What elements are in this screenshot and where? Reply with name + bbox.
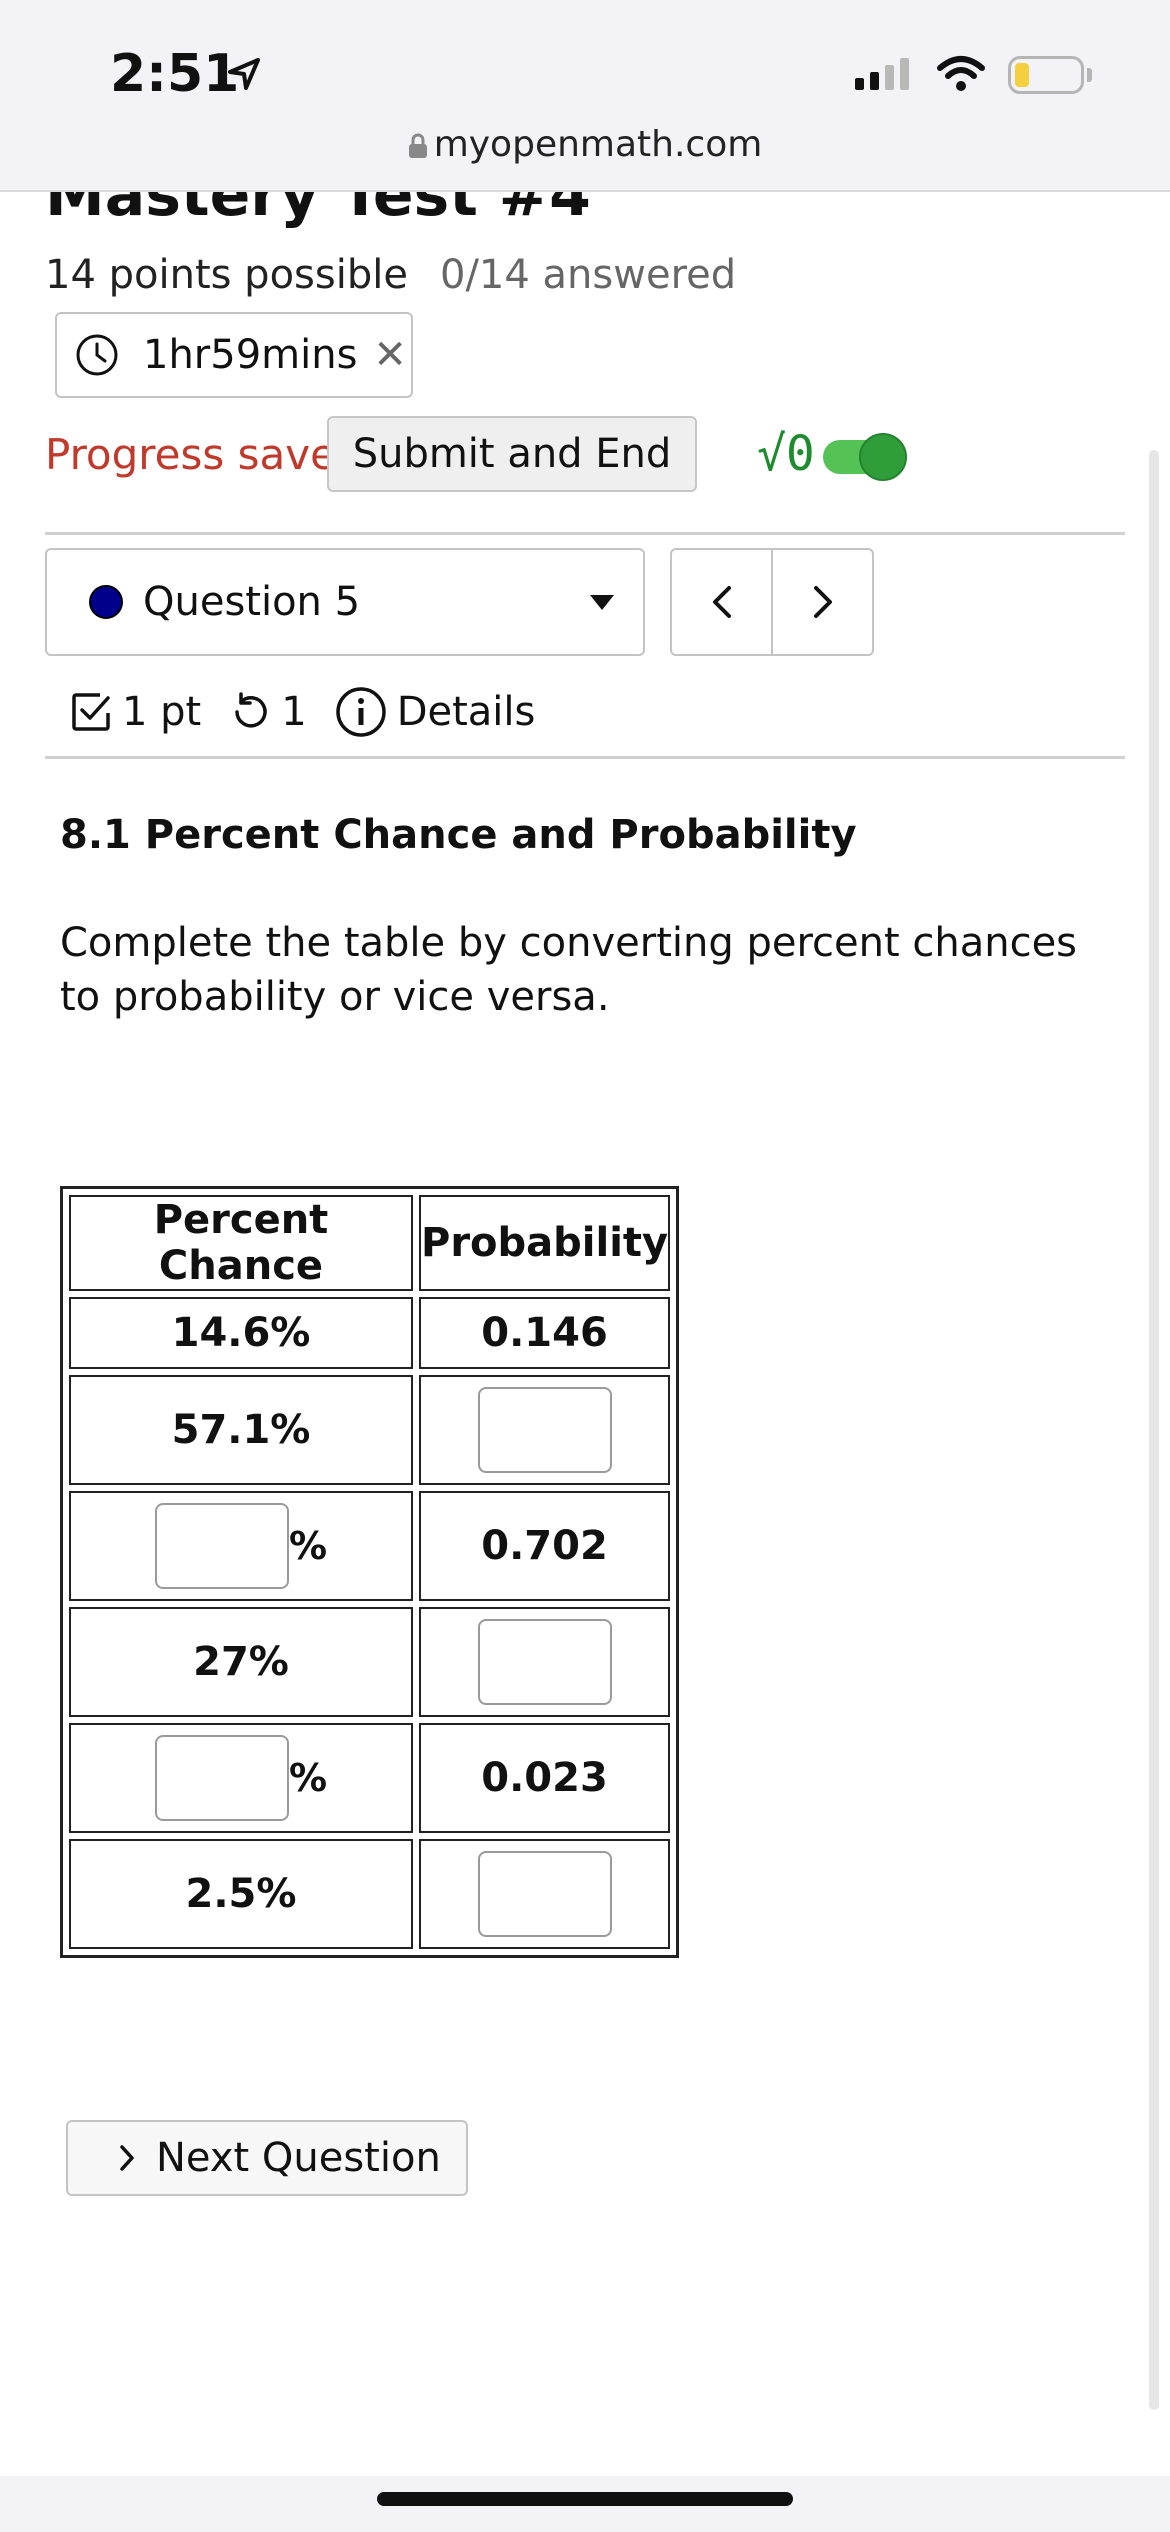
header-probability: Probability bbox=[419, 1195, 671, 1291]
percent-input-cell: % bbox=[69, 1723, 413, 1833]
timer[interactable]: 1hr59mins ✕ bbox=[55, 312, 413, 398]
question-nav-buttons bbox=[670, 548, 874, 656]
info-icon[interactable] bbox=[335, 686, 387, 738]
url-bar[interactable]: myopenmath.com bbox=[0, 124, 1170, 165]
header-percent-chance: Percent Chance bbox=[69, 1195, 413, 1291]
points-value: 1 pt bbox=[122, 689, 202, 735]
answered-count: 0/14 answered bbox=[440, 252, 737, 298]
table-row: % 0.023 bbox=[69, 1723, 671, 1833]
percent-cell: 57.1% bbox=[69, 1375, 413, 1485]
probability-cell: 0.023 bbox=[419, 1723, 671, 1833]
submit-and-end-button[interactable]: Submit and End bbox=[327, 416, 697, 492]
retry-icon bbox=[235, 692, 267, 728]
table-row: 57.1% bbox=[69, 1375, 671, 1485]
percent-input[interactable] bbox=[154, 1735, 289, 1821]
timer-text: 1hr59mins bbox=[143, 332, 358, 378]
progress-saved-status: Progress saved bbox=[45, 430, 363, 479]
question-select[interactable]: Question 5 bbox=[45, 548, 645, 656]
question-instructions: Complete the table by converting percent… bbox=[60, 920, 1078, 1020]
previous-question-button[interactable] bbox=[672, 550, 771, 654]
probability-input-cell bbox=[419, 1375, 671, 1485]
home-indicator[interactable] bbox=[377, 2492, 793, 2506]
percent-cell: 14.6% bbox=[69, 1297, 413, 1369]
percent-cell: 27% bbox=[69, 1607, 413, 1717]
probability-cell: 0.702 bbox=[419, 1491, 671, 1601]
status-time: 2:51 bbox=[110, 44, 240, 104]
checkbox-icon bbox=[72, 693, 110, 731]
next-question-label: Next Question bbox=[156, 2135, 441, 2181]
math-entry-icon: √0 bbox=[757, 426, 815, 482]
chevron-right-icon bbox=[813, 586, 832, 618]
divider bbox=[45, 532, 1125, 535]
location-arrow-icon bbox=[228, 58, 260, 90]
probability-input-cell bbox=[419, 1839, 671, 1949]
battery-icon bbox=[1008, 56, 1084, 94]
scrollbar[interactable] bbox=[1149, 450, 1159, 2410]
caret-down-icon bbox=[590, 595, 614, 610]
percent-cell: 2.5% bbox=[69, 1839, 413, 1949]
table-row: 14.6% 0.146 bbox=[69, 1297, 671, 1369]
math-entry-toggle[interactable] bbox=[823, 433, 907, 481]
question-status-dot bbox=[89, 585, 123, 619]
points-possible: 14 points possible bbox=[45, 252, 408, 298]
close-icon[interactable]: ✕ bbox=[373, 332, 407, 378]
toggle-knob bbox=[859, 433, 907, 481]
probability-input[interactable] bbox=[477, 1387, 612, 1473]
table-row: % 0.702 bbox=[69, 1491, 671, 1601]
chevron-left-icon bbox=[712, 586, 731, 618]
question-meta: 1 pt 1 Details bbox=[70, 686, 535, 738]
url-text: myopenmath.com bbox=[433, 124, 763, 165]
table-header-row: Percent Chance Probability bbox=[69, 1195, 671, 1291]
details-link[interactable]: Details bbox=[397, 689, 536, 735]
probability-input[interactable] bbox=[477, 1851, 612, 1937]
lock-icon bbox=[408, 133, 427, 158]
conversion-table: Percent Chance Probability 14.6% 0.146 5… bbox=[60, 1186, 680, 1958]
cell-signal-icon bbox=[855, 58, 909, 90]
retries-value: 1 bbox=[281, 689, 307, 735]
chevron-right-icon bbox=[120, 2145, 134, 2171]
battery-nub bbox=[1087, 68, 1092, 82]
wifi-icon bbox=[937, 56, 985, 91]
next-question-arrow-button[interactable] bbox=[771, 550, 872, 654]
table-row: 2.5% bbox=[69, 1839, 671, 1949]
question-section-title: 8.1 Percent Chance and Probability bbox=[60, 812, 857, 858]
next-question-button[interactable]: Next Question bbox=[66, 2120, 468, 2196]
clock-icon bbox=[76, 334, 118, 376]
percent-suffix: % bbox=[288, 1524, 328, 1568]
divider bbox=[45, 756, 1125, 759]
probability-input[interactable] bbox=[477, 1619, 612, 1705]
probability-input-cell bbox=[419, 1607, 671, 1717]
percent-input[interactable] bbox=[154, 1503, 289, 1589]
percent-input-cell: % bbox=[69, 1491, 413, 1601]
table-row: 27% bbox=[69, 1607, 671, 1717]
probability-cell: 0.146 bbox=[419, 1297, 671, 1369]
percent-suffix: % bbox=[288, 1756, 328, 1800]
question-select-label: Question 5 bbox=[143, 579, 361, 625]
